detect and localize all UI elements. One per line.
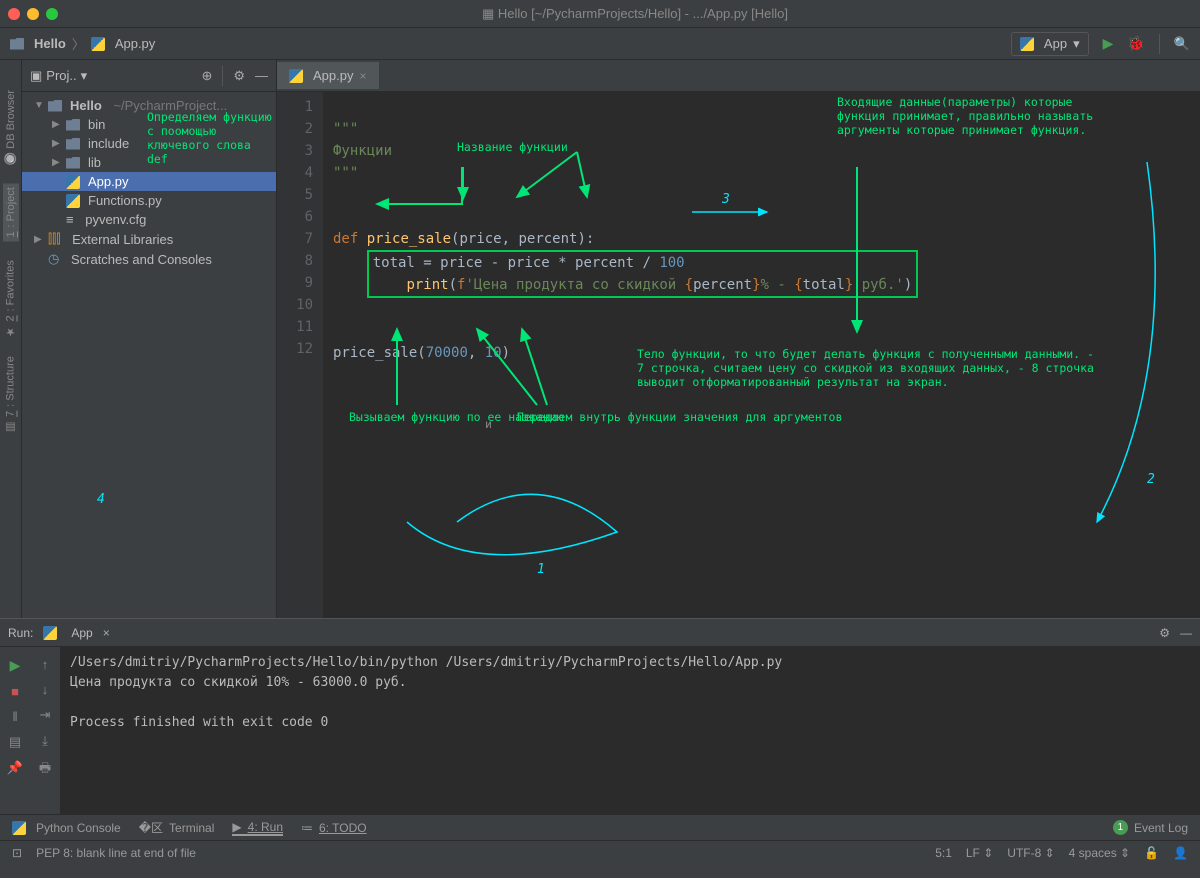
debug-button[interactable]: 🐞 bbox=[1127, 35, 1144, 52]
rerun-button[interactable]: ▶ bbox=[10, 657, 21, 674]
project-icon: ▣ bbox=[30, 68, 42, 84]
lock-icon[interactable]: 🔓 bbox=[1144, 846, 1159, 860]
left-tool-stripe: 🔘 DB Browser 1: Project ★ 2: Favorites ▤… bbox=[0, 60, 22, 618]
maximize-window[interactable] bbox=[46, 8, 58, 20]
marker-3: 3 bbox=[722, 192, 730, 207]
cursor-position[interactable]: 5:1 bbox=[935, 846, 952, 860]
python-file-icon bbox=[289, 69, 303, 83]
line-gutter: 123456789101112 bbox=[277, 92, 323, 618]
gear-icon[interactable]: ⚙ bbox=[1159, 626, 1170, 640]
layout-button[interactable]: ▤ bbox=[9, 734, 21, 750]
app-icon: ▦ bbox=[482, 6, 494, 21]
structure-tab[interactable]: ▤ 7: Structure bbox=[4, 356, 17, 434]
line-ending[interactable]: LF ⇕ bbox=[966, 846, 993, 860]
scratches-icon: ◷ bbox=[48, 251, 59, 267]
status-message: PEP 8: blank line at end of file bbox=[36, 846, 196, 860]
file-icon: ≡ bbox=[66, 212, 74, 227]
gear-icon[interactable]: ⚙ bbox=[233, 68, 245, 84]
marker-2: 2 bbox=[1147, 472, 1155, 487]
titlebar: ▦ Hello [~/PycharmProjects/Hello] - .../… bbox=[0, 0, 1200, 28]
run-label: Run: bbox=[8, 626, 33, 640]
python-icon bbox=[43, 626, 57, 640]
run-panel: Run: App × ⚙ — ▶ ■ ‖ ▤ 📌 ↑ ↓ ⇥ ⤓ 🖶 /U bbox=[0, 618, 1200, 814]
hide-icon[interactable]: — bbox=[1180, 626, 1192, 640]
project-tree[interactable]: ▼Hello ~/PycharmProject... ▶bin ▶include… bbox=[22, 92, 276, 273]
status-icon: ⊡ bbox=[12, 846, 22, 860]
minimize-window[interactable] bbox=[27, 8, 39, 20]
run-config-selector[interactable]: App ▾ bbox=[1011, 32, 1089, 56]
scroll-icon[interactable]: ⤓ bbox=[42, 733, 48, 749]
indent[interactable]: 4 spaces ⇕ bbox=[1069, 846, 1130, 860]
run-button[interactable]: ▶ bbox=[1103, 35, 1114, 52]
up-icon[interactable]: ↑ bbox=[42, 657, 49, 672]
tree-item-app[interactable]: App.py bbox=[22, 172, 276, 191]
search-icon[interactable]: 🔍 bbox=[1174, 36, 1190, 52]
close-tab-icon[interactable]: × bbox=[359, 69, 366, 83]
terminal-tab[interactable]: �区 Terminal bbox=[139, 819, 215, 836]
project-tab[interactable]: 1: Project bbox=[3, 183, 19, 241]
python-console-tab[interactable]: Python Console bbox=[12, 821, 121, 835]
chevron-down-icon: ▾ bbox=[81, 68, 88, 84]
encoding[interactable]: UTF-8 ⇕ bbox=[1007, 846, 1054, 860]
pause-button[interactable]: ‖ bbox=[12, 709, 17, 724]
target-icon[interactable]: ⊕ bbox=[201, 68, 212, 84]
window-title: ▦ Hello [~/PycharmProjects/Hello] - .../… bbox=[78, 6, 1192, 22]
run-config-name: App bbox=[71, 626, 92, 640]
run-output[interactable]: /Users/dmitriy/PycharmProjects/Hello/bin… bbox=[60, 647, 1200, 814]
favorites-tab[interactable]: ★ 2: Favorites bbox=[4, 260, 17, 338]
stop-button[interactable]: ■ bbox=[11, 684, 19, 699]
down-icon[interactable]: ↓ bbox=[42, 682, 49, 697]
editor-tab[interactable]: App.py × bbox=[277, 62, 379, 89]
marker-1: 1 bbox=[537, 562, 545, 577]
collapse-icon[interactable]: — bbox=[255, 68, 268, 83]
db-browser-tab[interactable]: 🔘 DB Browser bbox=[4, 90, 17, 165]
inspect-icon[interactable]: 👤 bbox=[1173, 846, 1188, 860]
close-window[interactable] bbox=[8, 8, 20, 20]
breadcrumb[interactable]: Hello 〉 App.py bbox=[10, 34, 1011, 53]
marker-4: 4 bbox=[97, 492, 105, 507]
project-sidebar: ▣ Proj..▾ ⊕ ⚙ — ▼Hello ~/PycharmProject.… bbox=[22, 60, 277, 618]
bottom-toolbar: Python Console �区 Terminal ▶ 4: Run ≔ 6:… bbox=[0, 814, 1200, 840]
close-icon[interactable]: × bbox=[103, 626, 110, 640]
library-icon: ⫿⫿⫿ bbox=[48, 231, 60, 247]
folder-icon bbox=[10, 38, 24, 50]
todo-tab[interactable]: ≔ 6: TODO bbox=[301, 821, 367, 835]
editor: App.py × 123456789101112 """ Функции """… bbox=[277, 60, 1200, 618]
event-log[interactable]: 1Event Log bbox=[1113, 820, 1188, 835]
python-icon bbox=[1020, 37, 1034, 51]
wrap-icon[interactable]: ⇥ bbox=[40, 707, 51, 723]
print-icon[interactable]: 🖶 bbox=[39, 759, 51, 781]
pin-button[interactable]: 📌 bbox=[7, 760, 23, 776]
navigation-bar: Hello 〉 App.py App ▾ ▶ 🐞 🔍 bbox=[0, 28, 1200, 60]
status-bar: ⊡ PEP 8: blank line at end of file 5:1 L… bbox=[0, 840, 1200, 864]
chevron-down-icon: ▾ bbox=[1073, 36, 1080, 52]
python-file-icon bbox=[91, 37, 105, 51]
run-tab[interactable]: ▶ 4: Run bbox=[232, 820, 283, 836]
code-editor[interactable]: 123456789101112 """ Функции """ def pric… bbox=[277, 92, 1200, 618]
